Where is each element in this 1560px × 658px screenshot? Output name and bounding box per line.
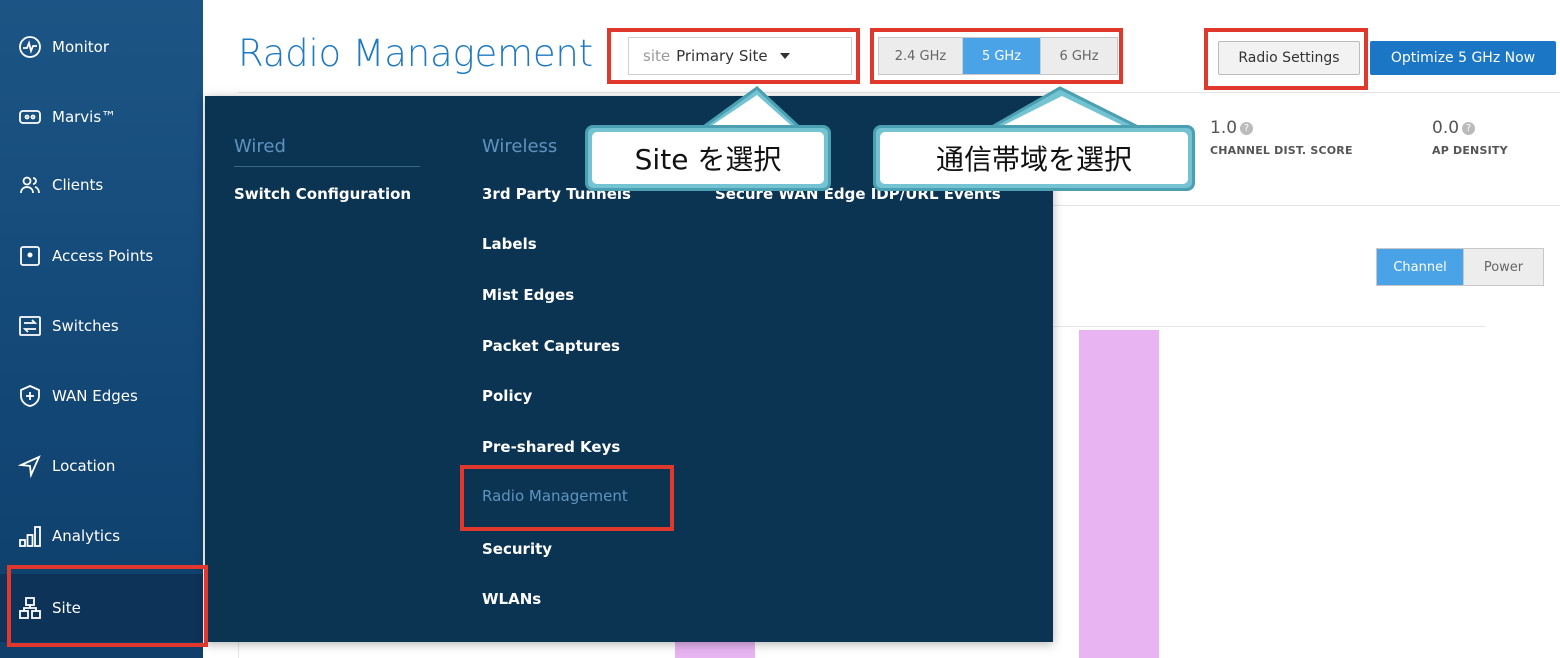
view-toggle: Channel Power <box>1376 248 1544 286</box>
help-icon[interactable]: ? <box>1462 122 1476 135</box>
sidebar-item-monitor[interactable]: Monitor <box>0 13 203 81</box>
menu-item-labels[interactable]: Labels <box>482 235 537 253</box>
menu-item-pre-shared-keys[interactable]: Pre-shared Keys <box>482 438 620 456</box>
analytics-icon <box>18 524 42 548</box>
help-icon[interactable]: ? <box>1240 122 1254 135</box>
callout-text: 通信帯域を選択 <box>935 143 1132 176</box>
site-select[interactable]: site Primary Site <box>628 37 852 75</box>
switch-icon <box>18 314 42 338</box>
site-icon <box>18 596 42 620</box>
metric-value: 0.0 <box>1432 118 1460 138</box>
menu-heading-wireless: Wireless <box>482 136 558 157</box>
chart-bar <box>1079 330 1159 658</box>
page-title: Radio Management <box>238 32 593 75</box>
power-toggle-button[interactable]: Power <box>1463 249 1543 285</box>
sidebar-item-site[interactable]: Site <box>0 574 203 642</box>
sidebar-item-analytics[interactable]: Analytics <box>0 502 203 570</box>
metric-label: CHANNEL DIST. SCORE <box>1210 144 1353 157</box>
sidebar-item-label: Marvis™ <box>52 108 117 126</box>
menu-item-wlans[interactable]: WLANs <box>482 590 541 608</box>
metric-value: 1.0 <box>1210 118 1238 138</box>
sidebar-item-wan-edges[interactable]: WAN Edges <box>0 362 203 430</box>
menu-item-radio-management[interactable]: Radio Management <box>482 487 628 505</box>
sidebar-item-access-points[interactable]: Access Points <box>0 222 203 290</box>
wan-edge-icon <box>18 384 42 408</box>
callout-select-band: 通信帯域を選択 <box>873 125 1195 191</box>
sidebar-item-switches[interactable]: Switches <box>0 292 203 360</box>
menu-item-security[interactable]: Security <box>482 540 552 558</box>
sidebar-item-label: Switches <box>52 317 119 335</box>
metric-label: AP DENSITY <box>1432 144 1508 157</box>
site-select-value: Primary Site <box>676 47 768 65</box>
sidebar-item-marvis[interactable]: Marvis™ <box>0 83 203 151</box>
sidebar-item-label: Access Points <box>52 247 154 265</box>
sidebar-item-clients[interactable]: Clients <box>0 151 203 219</box>
menu-item-packet-captures[interactable]: Packet Captures <box>482 337 620 355</box>
sidebar-item-label: Site <box>52 599 81 617</box>
callout-text: Site を選択 <box>634 143 782 176</box>
access-point-icon <box>18 244 42 268</box>
band-5ghz-button[interactable]: 5 GHz <box>963 38 1041 74</box>
channel-toggle-button[interactable]: Channel <box>1377 249 1463 285</box>
sidebar-item-label: Clients <box>52 176 104 194</box>
optimize-button[interactable]: Optimize 5 GHz Now <box>1370 41 1556 75</box>
radio-settings-button[interactable]: Radio Settings <box>1218 41 1360 75</box>
chevron-down-icon <box>779 53 790 59</box>
menu-item-policy[interactable]: Policy <box>482 387 532 405</box>
menu-item-switch-configuration[interactable]: Switch Configuration <box>234 185 411 203</box>
menu-heading-wired: Wired <box>234 136 286 157</box>
marvis-icon <box>18 105 42 129</box>
sidebar-item-location[interactable]: Location <box>0 432 203 500</box>
site-select-prefix: site <box>643 47 671 65</box>
sidebar-item-label: Location <box>52 457 116 475</box>
band-selector: 2.4 GHz 5 GHz 6 GHz <box>878 37 1118 75</box>
menu-divider <box>234 166 420 167</box>
sidebar: Monitor Marvis™ Clients Access Points Sw… <box>0 0 203 658</box>
band-2-4ghz-button[interactable]: 2.4 GHz <box>879 38 963 74</box>
metric-channel-dist-score: 1.0? CHANNEL DIST. SCORE <box>1210 118 1353 157</box>
clients-icon <box>18 173 42 197</box>
callout-select-site: Site を選択 <box>585 125 831 191</box>
location-icon <box>18 454 42 478</box>
monitor-icon <box>18 35 42 59</box>
metric-ap-density: 0.0? AP DENSITY <box>1432 118 1508 157</box>
sidebar-item-label: Monitor <box>52 38 110 56</box>
band-6ghz-button[interactable]: 6 GHz <box>1041 38 1117 74</box>
menu-item-mist-edges[interactable]: Mist Edges <box>482 286 574 304</box>
sidebar-item-label: Analytics <box>52 527 121 545</box>
sidebar-item-label: WAN Edges <box>52 387 138 405</box>
